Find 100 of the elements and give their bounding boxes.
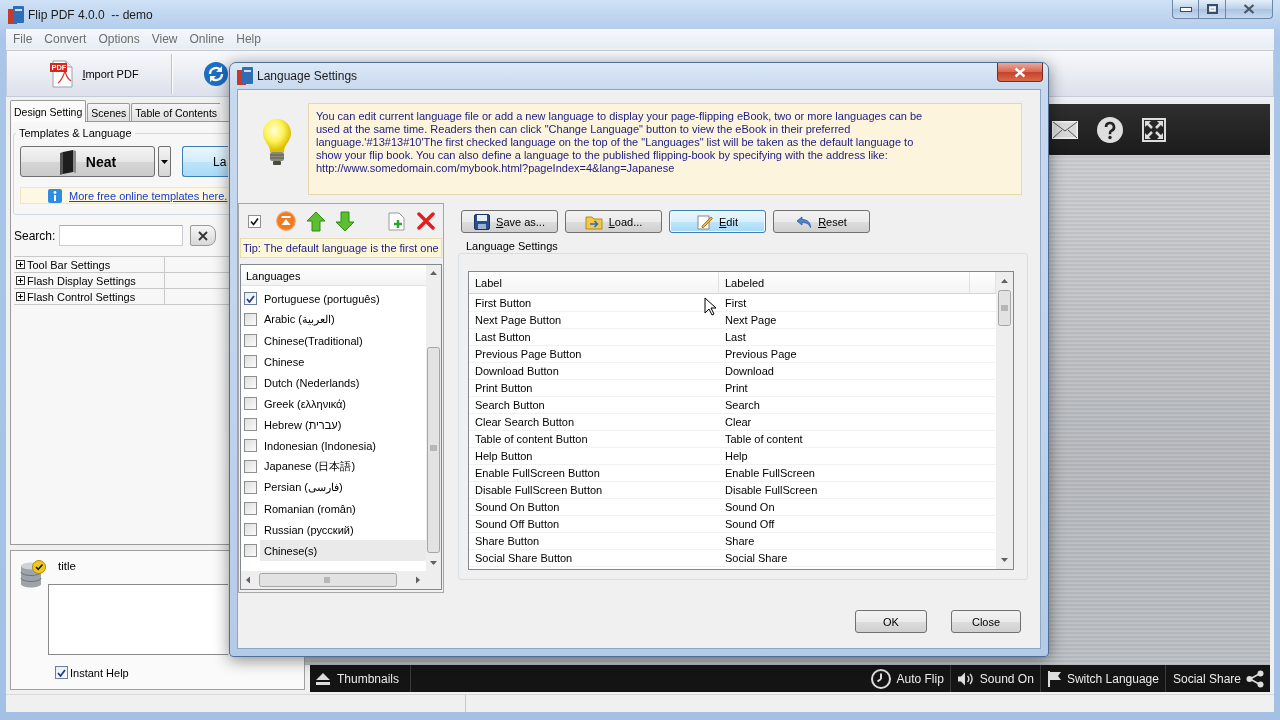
table-cell: Previous Page	[725, 348, 797, 360]
language-item[interactable]: Russian (русский)	[260, 519, 426, 540]
table-cell: Sound On	[725, 501, 775, 513]
eject-icon	[316, 672, 330, 685]
group-title: Language Settings	[465, 240, 559, 252]
thumbnails-button[interactable]: Thumbnails	[310, 665, 412, 692]
tab[interactable]: Design Setting	[10, 100, 87, 122]
reset-button[interactable]: Reset	[773, 210, 870, 233]
help-icon[interactable]	[1097, 116, 1123, 143]
auto-flip-button[interactable]: Auto Flip	[865, 665, 950, 692]
database-check-icon	[20, 560, 46, 588]
checkbox[interactable]	[244, 418, 257, 431]
social-share-button[interactable]: Social Share	[1164, 665, 1270, 692]
checkbox[interactable]	[244, 481, 257, 494]
language-item[interactable]: Japanese (日本語)	[260, 456, 426, 477]
clear-search-button[interactable]	[190, 225, 217, 246]
language-item[interactable]: Romanian (român)	[260, 498, 426, 519]
checkbox[interactable]	[244, 439, 257, 452]
tree-item[interactable]: Tool Bar Settings	[14, 257, 165, 272]
sound-button[interactable]: Sound On	[949, 665, 1040, 692]
search-field[interactable]	[59, 225, 184, 246]
checkbox[interactable]	[244, 334, 257, 347]
vertical-scrollbar[interactable]	[996, 272, 1013, 569]
tip-text: Tip: The default language is the first one	[240, 238, 442, 258]
plus-box-icon[interactable]	[16, 292, 25, 301]
switch-language-button[interactable]: Switch Language	[1039, 665, 1165, 692]
close-button[interactable]	[1226, 0, 1273, 19]
tree-item[interactable]: Flash Control Settings	[14, 289, 165, 304]
close-dialog-button[interactable]: Close	[951, 610, 1021, 633]
table-cell: Last Button	[475, 331, 531, 343]
checkbox[interactable]	[244, 313, 257, 326]
down-arrow-icon[interactable]	[335, 210, 355, 232]
language-item[interactable]: Arabic (العربية)	[260, 309, 426, 330]
language-item[interactable]: Hebrew (עברית)	[260, 414, 426, 435]
refresh-icon[interactable]	[204, 61, 228, 86]
checkbox[interactable]	[244, 376, 257, 389]
tab[interactable]: Scenes	[87, 103, 131, 121]
ok-button[interactable]: OK	[855, 610, 927, 633]
checkbox[interactable]	[244, 523, 257, 536]
checkbox[interactable]	[244, 544, 257, 557]
checkbox[interactable]	[244, 397, 257, 410]
language-item[interactable]: Persian (فارسی)	[260, 477, 426, 498]
fullscreen-icon[interactable]	[1142, 117, 1166, 142]
language-button[interactable]: La	[182, 146, 228, 177]
language-item[interactable]: Portuguese (português)	[260, 288, 426, 309]
template-button[interactable]: Neat	[20, 146, 155, 177]
close-button[interactable]	[997, 63, 1043, 82]
menu-item[interactable]: Options	[98, 31, 140, 46]
column-header[interactable]: Labeled	[719, 272, 970, 293]
language-item[interactable]: Chinese	[260, 351, 426, 372]
table-cell: Help	[725, 450, 748, 462]
horizontal-scrollbar[interactable]	[241, 571, 441, 589]
language-item[interactable]: Dutch (Nederlands)	[260, 372, 426, 393]
close-icon	[1014, 66, 1026, 78]
plus-box-icon[interactable]	[16, 276, 25, 285]
column-header[interactable]: Label	[469, 272, 719, 293]
menu-item[interactable]: Convert	[44, 31, 87, 46]
checkbox[interactable]	[244, 502, 257, 515]
tab[interactable]: Table of Contents	[131, 103, 221, 121]
edit-button[interactable]: Edit	[669, 210, 766, 233]
delete-icon[interactable]	[417, 212, 435, 230]
maximize-icon	[1206, 4, 1218, 14]
page-plus-icon[interactable]	[388, 211, 405, 231]
help-text-field[interactable]	[48, 584, 228, 655]
table-cell: Social Share Button	[475, 552, 573, 564]
table-cell: Search	[725, 399, 760, 411]
table-cell: Download	[725, 365, 774, 377]
maximize-button[interactable]	[1199, 0, 1226, 19]
table-cell: First Button	[475, 297, 532, 309]
table-cell: Disable FullScreen Button	[475, 484, 603, 496]
checkbox[interactable]	[244, 460, 257, 473]
language-item[interactable]: Greek (ελληνικά)	[260, 393, 426, 414]
vertical-scrollbar[interactable]	[426, 265, 441, 571]
up-arrow-icon[interactable]	[306, 210, 326, 232]
tree-item[interactable]: Flash Display Settings	[14, 273, 165, 288]
minimize-button[interactable]	[1172, 0, 1199, 19]
pencil-icon	[697, 213, 713, 230]
clock-icon	[871, 668, 892, 689]
language-item[interactable]: Chinese(s)	[260, 540, 426, 561]
plus-box-icon[interactable]	[16, 260, 25, 269]
dropdown-button[interactable]	[158, 146, 171, 177]
envelope-icon[interactable]	[1052, 120, 1078, 139]
checkbox[interactable]	[244, 355, 257, 368]
menu-item[interactable]: View	[151, 31, 178, 46]
language-item[interactable]: Chinese(Traditional)	[260, 330, 426, 351]
save-as-button[interactable]: Save as...	[461, 210, 558, 233]
menu-item[interactable]: File	[13, 31, 33, 46]
dialog-title: Language Settings	[257, 69, 358, 83]
book-icon	[58, 148, 77, 175]
load-button[interactable]: Load...	[565, 210, 662, 233]
menu-item[interactable]: Online	[189, 31, 225, 46]
checkbox[interactable]	[55, 666, 68, 679]
language-item[interactable]: Indonesian (Indonesia)	[260, 435, 426, 456]
checked-box-icon[interactable]	[248, 214, 261, 228]
window-title: Flip PDF 4.0.0 -- demo	[28, 7, 153, 22]
menu-item[interactable]: Help	[236, 31, 261, 46]
checkbox[interactable]	[244, 292, 257, 305]
table-cell: Share Button	[475, 535, 540, 547]
app-icon	[8, 5, 24, 24]
table-cell: Previous Page Button	[475, 348, 582, 360]
